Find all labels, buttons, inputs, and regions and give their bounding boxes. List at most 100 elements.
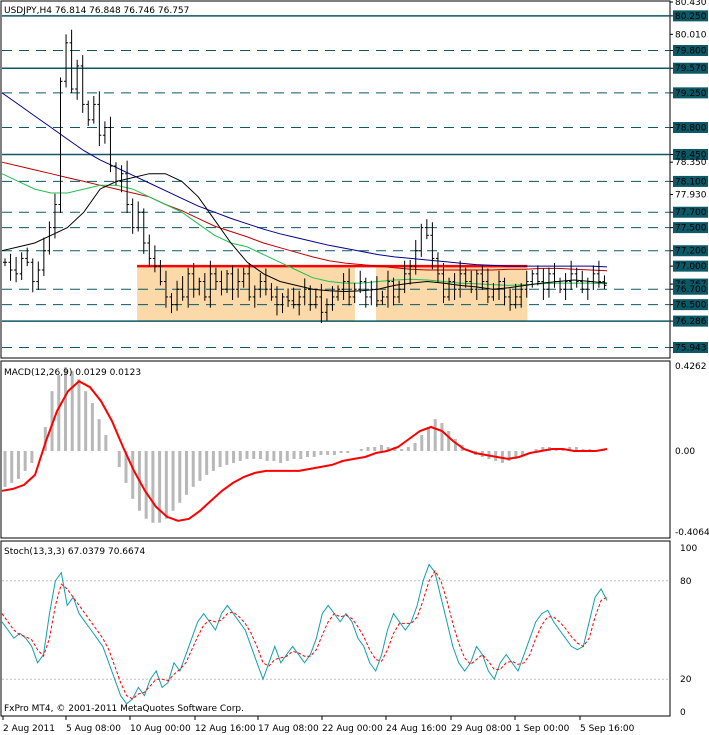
- price-axis-label: 80.430: [675, 0, 707, 8]
- macd-histogram-bar: [332, 450, 336, 455]
- stoch-axis-label: 80: [680, 577, 692, 587]
- macd-histogram-bar: [77, 379, 81, 451]
- macd-histogram-bar: [245, 450, 249, 459]
- macd-histogram-bar: [339, 450, 343, 453]
- price-axis-label: 77.200: [675, 247, 707, 257]
- macd-histogram-bar: [272, 450, 276, 461]
- macd-histogram-bar: [205, 450, 209, 475]
- time-axis-label: 1 Sep 00:00: [515, 724, 570, 734]
- macd-histogram-bar: [3, 450, 7, 487]
- macd-histogram-bar: [440, 423, 444, 451]
- macd-histogram-bar: [171, 450, 175, 511]
- macd-histogram-bar: [57, 375, 61, 451]
- macd-histogram-bar: [185, 450, 188, 495]
- macd-header: MACD(12,26,9) 0.0129 0.0123: [4, 368, 141, 378]
- macd-histogram-bar: [104, 435, 108, 451]
- macd-histogram-bar: [238, 450, 242, 461]
- macd-histogram-bar: [252, 450, 256, 459]
- macd-histogram-bar: [420, 435, 424, 451]
- macd-histogram-bar: [23, 450, 27, 471]
- price-axis-label: 76.500: [675, 301, 707, 311]
- price-axis-label: 80.250: [675, 12, 707, 22]
- macd-histogram-bar: [211, 450, 215, 471]
- price-axis-label: 79.250: [675, 89, 707, 99]
- macd-histogram-bar: [319, 450, 323, 455]
- copyright-text: FxPro MT4, © 2001-2011 MetaQuotes Softwa…: [4, 704, 244, 714]
- price-header: USDJPY,H4 76.814 76.848 76.746 76.757: [4, 6, 189, 16]
- macd-histogram-bar: [379, 444, 383, 451]
- time-axis-label: 10 Aug 00:00: [130, 724, 191, 734]
- macd-histogram-bar: [64, 367, 67, 451]
- stoch-panel-frame: [0, 540, 671, 717]
- macd-histogram-bar: [232, 450, 236, 463]
- macd-histogram-bar: [97, 419, 101, 451]
- macd-histogram-bar: [433, 419, 437, 451]
- time-axis-label: 5 Aug 08:00: [66, 724, 121, 734]
- price-axis-label: 77.700: [675, 208, 707, 218]
- stoch-axis-label: 20: [680, 675, 692, 685]
- macd-axis-label: -0.4064: [675, 528, 709, 538]
- time-axis-label: 24 Aug 16:00: [386, 724, 447, 734]
- price-axis-label: 76.700: [675, 285, 707, 295]
- macd-histogram-bar: [400, 448, 404, 451]
- price-axis-label: 76.286: [675, 317, 707, 327]
- macd-histogram-bar: [346, 450, 350, 453]
- price-axis-label: 79.800: [675, 47, 707, 57]
- time-axis-label: 2 Aug 2011: [3, 724, 55, 734]
- macd-histogram-bar: [164, 450, 168, 519]
- stoch-axis-label: 100: [680, 544, 697, 554]
- chart-canvas[interactable]: 80.430 80.250 80.010 79.800 79.570 79.250 78.8…: [0, 0, 709, 735]
- time-axis-label: 5 Sep 16:00: [580, 724, 635, 734]
- macd-axis-label: 0.4262: [675, 362, 707, 372]
- macd-histogram-bar: [198, 450, 202, 481]
- macd-histogram-bar: [292, 450, 296, 459]
- price-axis-label: 75.943: [675, 344, 707, 354]
- macd-histogram-bar: [70, 371, 74, 451]
- macd-histogram-bar: [258, 450, 262, 459]
- macd-histogram-bar: [178, 450, 182, 503]
- price-axis-label: 78.100: [675, 177, 707, 187]
- macd-histogram-bar: [265, 450, 269, 461]
- macd-histogram-bar: [326, 450, 330, 455]
- time-axis-label: 17 Aug 08:00: [258, 724, 319, 734]
- price-axis-label: 78.350: [675, 158, 707, 168]
- macd-histogram-bar: [117, 450, 121, 467]
- macd-histogram-bar: [16, 450, 20, 479]
- macd-histogram-bar: [279, 450, 283, 463]
- macd-histogram-bar: [285, 450, 289, 461]
- price-axis-label: 77.000: [675, 262, 707, 272]
- macd-histogram-bar: [534, 448, 538, 451]
- macd-histogram-bar: [84, 391, 88, 451]
- macd-histogram-bar: [359, 448, 363, 451]
- price-axis: 80.430 80.250 80.010 79.800 79.570 79.250 78.8…: [670, 0, 708, 354]
- time-axis: 2 Aug 2011 5 Aug 08:00 10 Aug 00:00 12 Aug …: [2, 716, 635, 734]
- macd-histogram-bar: [30, 450, 34, 463]
- macd-histogram-bar: [306, 450, 309, 457]
- macd-histogram-bar: [131, 450, 135, 499]
- macd-histogram-bar: [10, 450, 14, 483]
- time-axis-label: 22 Aug 00:00: [322, 724, 383, 734]
- stoch-axis-label: 0: [680, 708, 686, 718]
- macd-histogram-bar: [406, 446, 410, 451]
- macd-histogram-bar: [90, 403, 94, 451]
- macd-histogram-bar: [191, 450, 195, 487]
- stoch-header: Stoch(13,3,3) 67.0379 70.6674: [4, 547, 145, 557]
- macd-histogram-bar: [299, 450, 303, 459]
- macd-histogram-bar: [144, 450, 148, 519]
- price-axis-label: 80.010: [675, 30, 707, 40]
- macd-axis-label: 0.00: [675, 447, 695, 457]
- macd-histogram-bar: [447, 431, 451, 451]
- chart-window: 80.430 80.250 80.010 79.800 79.570 79.250 78.8…: [0, 0, 709, 735]
- macd-histogram-bar: [427, 427, 430, 451]
- macd-histogram-bar: [225, 450, 229, 465]
- macd-histogram-bar: [366, 446, 370, 451]
- macd-histogram-bar: [373, 446, 377, 451]
- price-axis-label: 79.570: [675, 64, 707, 74]
- price-axis-label: 78.800: [675, 124, 707, 134]
- macd-histogram-bar: [218, 450, 222, 467]
- macd-histogram-bar: [413, 442, 417, 451]
- time-axis-label: 12 Aug 16:00: [195, 724, 256, 734]
- time-axis-label: 29 Aug 08:00: [451, 724, 512, 734]
- macd-histogram-bar: [312, 450, 316, 457]
- price-axis-label: 77.500: [675, 224, 707, 234]
